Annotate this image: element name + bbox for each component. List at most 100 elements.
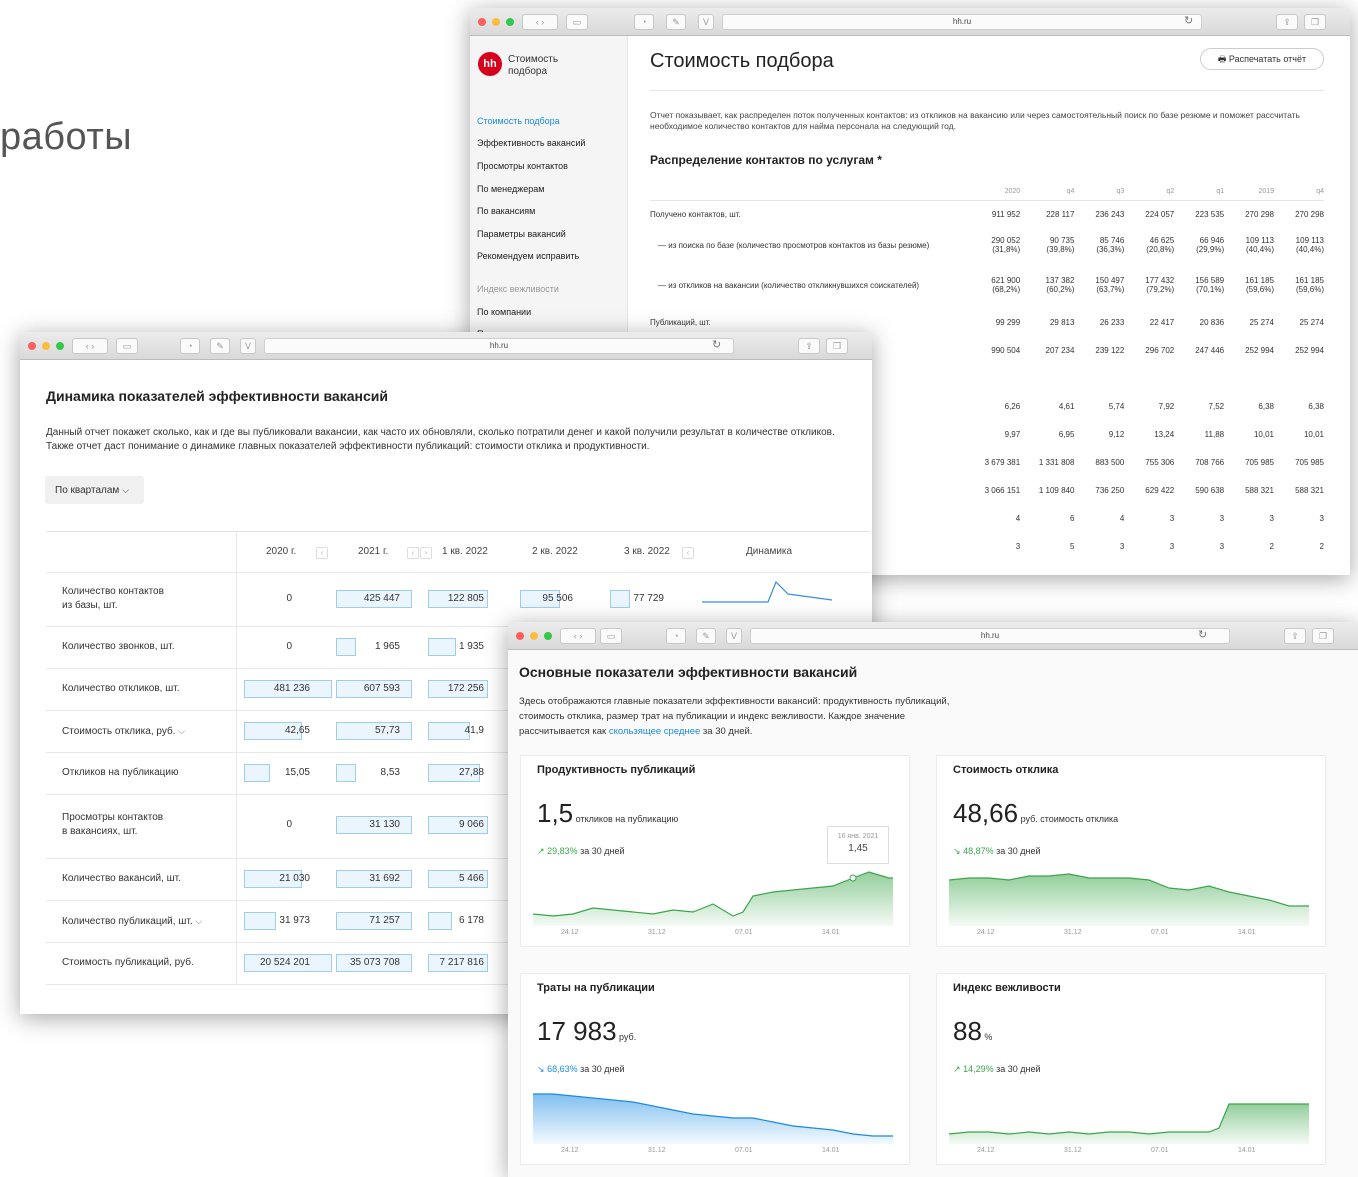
- period-dropdown[interactable]: По кварталам ⌵: [45, 476, 144, 504]
- pin-icon[interactable]: ✎: [210, 338, 230, 354]
- vpn-icon[interactable]: V: [726, 628, 742, 644]
- x-tick-label: 07.01: [735, 1147, 753, 1154]
- sidebar-toggle-icon[interactable]: ▭: [600, 628, 622, 644]
- table-cell: 42,65: [284, 725, 310, 736]
- table-cell: 708 766: [1195, 457, 1225, 467]
- column-header-q3-2022: 3 кв. 2022: [624, 546, 670, 557]
- section-title: Распределение контактов по услугам *: [650, 153, 882, 167]
- back-forward-buttons[interactable]: ‹ ›: [72, 338, 108, 354]
- sidebar-item-recruitment-cost[interactable]: Стоимость подбора: [477, 116, 560, 126]
- tabs-icon[interactable]: ❐: [826, 338, 848, 354]
- table-cell: 10,01: [1303, 429, 1324, 439]
- share-icon[interactable]: ⇪: [798, 338, 820, 354]
- row-label: Количество контактов из базы, шт.: [62, 586, 164, 611]
- x-tick-label: 31.12: [648, 1147, 666, 1154]
- sidebar-item-contact-views[interactable]: Просмотры контактов: [477, 161, 568, 171]
- window-controls[interactable]: [28, 342, 64, 350]
- sidebar-item-by-managers[interactable]: По менеджерам: [477, 184, 544, 194]
- row-label: Стоимость отклика, руб. ⌵: [62, 726, 186, 737]
- table-cell: 25 274: [1299, 317, 1324, 327]
- address-bar[interactable]: hh.ru: [722, 14, 1202, 30]
- sidebar-item-vacancy-efficiency[interactable]: Эффективность вакансий: [477, 138, 585, 148]
- x-tick-label: 31.12: [1064, 929, 1082, 936]
- sidebar-item-recommend-fix[interactable]: Рекомендуем исправить: [477, 251, 579, 261]
- table-cell: 7 217 816: [439, 957, 485, 968]
- card-unit: руб. стоимость отклика: [1018, 814, 1119, 824]
- table-cell: 77 729: [633, 593, 664, 604]
- reload-icon[interactable]: ↻: [712, 338, 721, 351]
- sidebar-item-by-company[interactable]: По компании: [477, 307, 531, 317]
- address-bar[interactable]: hh.ru: [750, 628, 1230, 644]
- table-cell: 3: [1219, 513, 1225, 523]
- tabs-icon[interactable]: ❐: [1312, 628, 1334, 644]
- sidebar-toggle-icon[interactable]: ▭: [116, 338, 138, 354]
- value-bar: [244, 912, 276, 930]
- vpn-icon[interactable]: V: [698, 14, 714, 30]
- pin-icon[interactable]: ✎: [696, 628, 716, 644]
- tabs-icon[interactable]: ❐: [1304, 14, 1326, 30]
- column-header: q1: [1216, 188, 1225, 196]
- pin-icon[interactable]: ✎: [666, 14, 686, 30]
- share-icon[interactable]: ⇪: [1284, 628, 1306, 644]
- table-cell: 270 298: [1224, 199, 1274, 228]
- vpn-icon[interactable]: V: [240, 338, 256, 354]
- chevron-left-icon[interactable]: ‹: [316, 547, 328, 559]
- table-cell: 6: [1069, 513, 1075, 523]
- extension-icon[interactable]: ◔: [666, 628, 686, 644]
- card-unit: откликов на публикацию: [573, 814, 679, 824]
- sidebar-item-vacancy-params[interactable]: Параметры вакансий: [477, 229, 566, 239]
- printer-icon: 🖶: [1217, 54, 1229, 64]
- extension-icon[interactable]: ◔: [180, 338, 200, 354]
- x-tick-label: 14.01: [822, 1147, 840, 1154]
- column-header-2020: 2020 г.: [266, 546, 297, 557]
- table-cell: 161 185 (59,6%): [1245, 276, 1274, 294]
- sidebar-item-by-vacancies[interactable]: По вакансиям: [477, 206, 535, 216]
- table-cell: [1174, 364, 1224, 392]
- table-cell: 7,92: [1158, 401, 1175, 411]
- share-icon[interactable]: ⇪: [1276, 14, 1298, 30]
- hh-logo[interactable]: hh: [478, 52, 502, 76]
- back-forward-buttons[interactable]: ‹ ›: [560, 628, 596, 644]
- chevron-left-icon[interactable]: ‹: [682, 547, 694, 559]
- address-bar[interactable]: hh.ru: [264, 338, 734, 354]
- table-cell: 755 306: [1145, 457, 1175, 467]
- column-header: 2019: [1258, 188, 1274, 196]
- row-label: — из откликов на вакансии (количество от…: [658, 280, 920, 290]
- page-title: Стоимость подбора: [650, 50, 834, 72]
- print-report-button[interactable]: 🖶 Распечатать отчёт: [1200, 48, 1324, 70]
- sidebar-toggle-icon[interactable]: ▭: [566, 14, 588, 30]
- chart-area: [949, 874, 1309, 926]
- card-change: ↗ 14,29% за 30 дней: [953, 1064, 1041, 1074]
- table-cell: 911 952: [952, 199, 1021, 228]
- table-cell: 629 422: [1145, 485, 1175, 495]
- table-cell: [1124, 364, 1174, 392]
- card-value: 88 %: [953, 1016, 993, 1046]
- table-row: — из поиска по базе (количество просмотр…: [650, 228, 1324, 262]
- table-cell: 66 946 (29,9%): [1196, 236, 1225, 254]
- chevron-left-icon[interactable]: ‹: [407, 547, 419, 559]
- card-title: Траты на публикации: [537, 982, 655, 994]
- browser-toolbar: ‹ › ▭ ◔ ✎ V hh.ru ↻ ⇪ ❐: [508, 622, 1358, 650]
- table-cell: 223 535: [1174, 199, 1225, 228]
- table-cell: 85 746 (36,3%): [1096, 236, 1125, 254]
- reload-icon[interactable]: ↻: [1198, 628, 1207, 641]
- chart-point[interactable]: [849, 874, 857, 882]
- table-cell: 26 233: [1099, 317, 1125, 327]
- report-description: Здесь отображаются главные показатели эф…: [519, 696, 950, 737]
- table-cell: 31 973: [279, 915, 310, 926]
- row-label: — из поиска по базе (количество просмотр…: [658, 240, 930, 250]
- sidebar-section-politeness: Индекс вежливости: [477, 284, 559, 294]
- table-cell: 621 900 (68,2%): [991, 276, 1021, 294]
- table-cell: 736 250: [1095, 485, 1125, 495]
- column-header-q2-2022: 2 кв. 2022: [532, 546, 578, 557]
- extension-icon[interactable]: ◔: [634, 14, 654, 30]
- window-controls[interactable]: [478, 18, 514, 26]
- back-forward-buttons[interactable]: ‹ ›: [522, 14, 558, 30]
- moving-average-link[interactable]: скользящее среднее: [609, 726, 700, 737]
- reload-icon[interactable]: ↻: [1184, 14, 1193, 27]
- table-cell: 2: [1319, 541, 1324, 551]
- chevron-right-icon[interactable]: ›: [420, 547, 432, 559]
- table-cell: 6,95: [1058, 429, 1075, 439]
- window-controls[interactable]: [516, 632, 552, 640]
- chart-area: [533, 872, 893, 926]
